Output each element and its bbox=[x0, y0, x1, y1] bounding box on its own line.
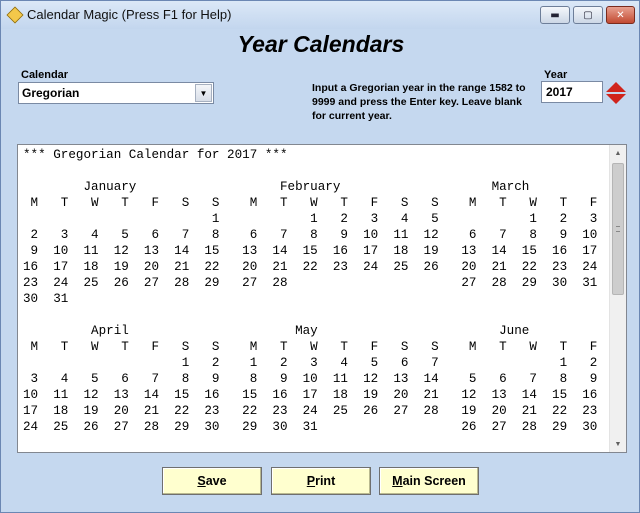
up-arrow-icon[interactable]: ▲ bbox=[610, 145, 626, 161]
calendar-select-value: Gregorian bbox=[22, 86, 80, 100]
down-triangle-icon[interactable] bbox=[606, 94, 626, 104]
calendar-output-text: *** Gregorian Calendar for 2017 *** Janu… bbox=[23, 148, 626, 434]
close-icon: ✕ bbox=[616, 9, 625, 21]
minimize-icon: ▬ bbox=[550, 9, 560, 21]
page-title: Year Calendars bbox=[237, 31, 405, 57]
app-window: Calendar Magic (Press F1 for Help) ▬ ▢ ✕… bbox=[0, 0, 640, 513]
print-button[interactable]: Print bbox=[271, 467, 371, 495]
minimize-button[interactable]: ▬ bbox=[540, 6, 570, 24]
year-label: Year bbox=[544, 69, 568, 81]
main-screen-button[interactable]: Main Screen bbox=[379, 467, 479, 495]
calendar-output-textarea[interactable]: *** Gregorian Calendar for 2017 *** Janu… bbox=[17, 144, 627, 453]
grip-icon bbox=[616, 226, 620, 232]
save-button-label: ave bbox=[205, 474, 227, 488]
close-button[interactable]: ✕ bbox=[606, 6, 635, 24]
maximize-button[interactable]: ▢ bbox=[573, 6, 603, 24]
save-button-mnemonic: S bbox=[197, 474, 206, 488]
year-spinner[interactable] bbox=[605, 82, 627, 104]
calendar-label: Calendar bbox=[21, 69, 69, 81]
title-bar[interactable]: Calendar Magic (Press F1 for Help) ▬ ▢ ✕ bbox=[1, 1, 639, 29]
scrollbar-thumb[interactable] bbox=[612, 163, 624, 295]
maximize-icon: ▢ bbox=[583, 9, 593, 21]
calendar-select[interactable]: Gregorian ▼ bbox=[18, 82, 214, 104]
main-screen-button-label: ain Screen bbox=[402, 474, 466, 488]
print-button-label: rint bbox=[315, 474, 336, 488]
year-help-text: Input a Gregorian year in the range 1582… bbox=[312, 82, 526, 122]
vertical-scrollbar[interactable]: ▲ ▼ bbox=[609, 145, 626, 452]
main-screen-button-mnemonic: M bbox=[392, 474, 403, 488]
print-button-mnemonic: P bbox=[306, 474, 316, 488]
up-triangle-icon[interactable] bbox=[606, 82, 626, 92]
app-icon bbox=[6, 6, 24, 24]
window-title: Calendar Magic (Press F1 for Help) bbox=[27, 7, 232, 22]
save-button[interactable]: Save bbox=[162, 467, 262, 495]
down-arrow-icon[interactable]: ▼ bbox=[610, 436, 626, 452]
dropdown-arrow-icon[interactable]: ▼ bbox=[195, 84, 212, 102]
year-input[interactable]: 2017 bbox=[541, 81, 603, 103]
